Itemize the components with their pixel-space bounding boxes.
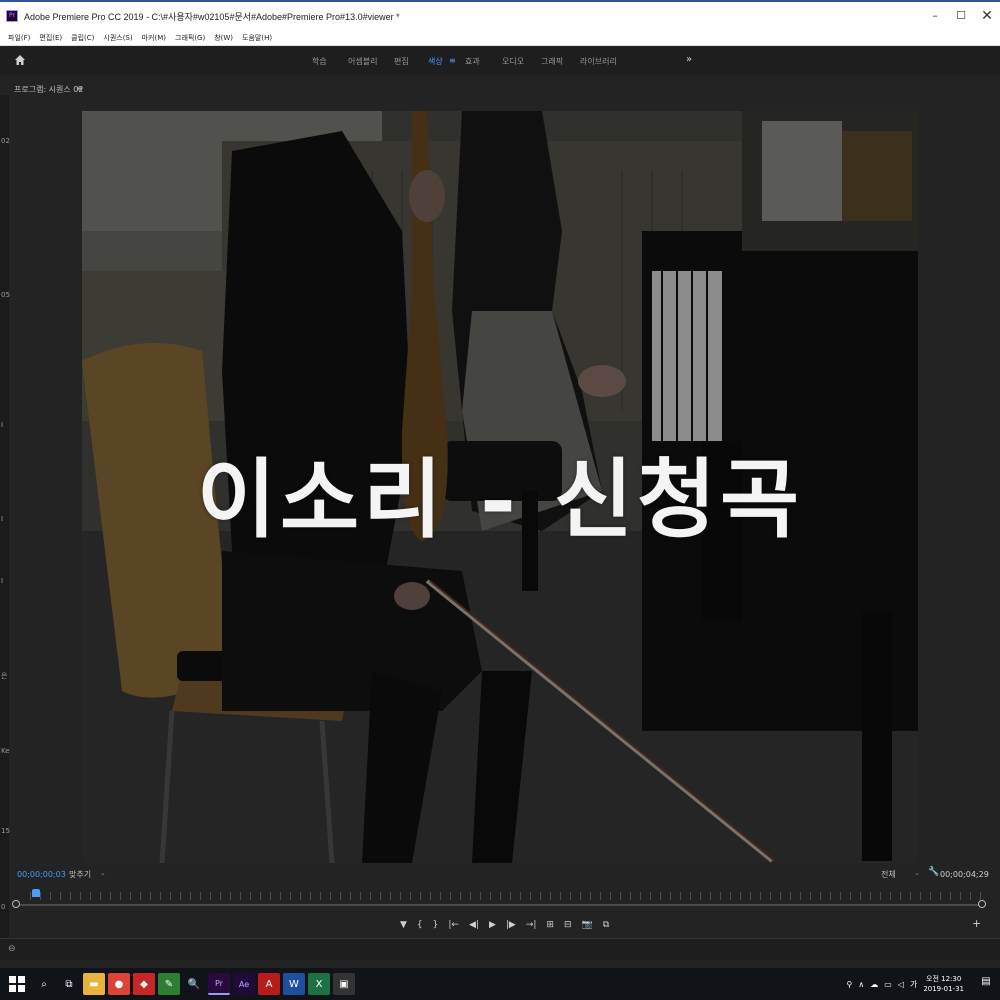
strip-label: 은 — [1, 672, 8, 680]
strip-label: 0 — [1, 903, 6, 911]
people-icon[interactable]: ⚲ — [847, 980, 853, 989]
button-editor-add-button[interactable]: + — [972, 917, 981, 930]
menu-bar: 파일(F) 편집(E) 클립(C) 시퀀스(S) 마커(M) 그래픽(G) 창(… — [0, 30, 1000, 46]
strip-label: 15 — [1, 827, 10, 835]
workspace-tab-color[interactable]: 색상 — [428, 56, 443, 67]
workspace-tab-graphics[interactable]: 그래픽 — [541, 56, 563, 67]
close-button[interactable]: ✕ — [974, 2, 1000, 30]
workspace-tab-learning[interactable]: 학습 — [312, 56, 327, 67]
menu-edit[interactable]: 편집(E) — [39, 33, 62, 43]
comparison-view-button[interactable]: ⧉ — [603, 918, 609, 932]
bottom-panel-strip — [0, 938, 1000, 960]
mark-in-button[interactable]: { — [417, 918, 423, 932]
clock-date: 2019-01-31 — [923, 985, 964, 993]
strip-label: Ke — [1, 747, 10, 755]
windows-taskbar: ⌕ ⧉ ▬ ● ◆ ✎ 🔍 Pr Ae A W X ▣ ⚲ ∧ ☁ ▭ ◁ 가 오전 12:30 201… — [0, 968, 1000, 1000]
menu-marker[interactable]: 마커(M) — [142, 33, 166, 43]
home-icon[interactable] — [14, 54, 26, 66]
workspace-menu-icon[interactable]: ≡ — [449, 56, 456, 65]
input-language-icon[interactable]: 가 — [910, 979, 917, 990]
windows-start-icon[interactable] — [8, 975, 26, 993]
search-icon[interactable]: ⌕ — [33, 973, 55, 995]
excel-icon[interactable]: X — [308, 973, 330, 995]
window-controls: – ☐ ✕ — [922, 2, 1000, 30]
extract-button[interactable]: ⊟ — [564, 918, 572, 932]
premiere-app-icon: Pr — [6, 10, 18, 22]
strip-label: I — [1, 421, 4, 429]
workspace-bar: 학습 어셈블리 편집 색상 ≡ 효과 오디오 그래픽 라이브러리 » — [0, 47, 1000, 75]
task-view-icon[interactable]: ⧉ — [58, 973, 80, 995]
taskbar-pinned-apps: ⌕ ⧉ ▬ ● ◆ ✎ 🔍 Pr Ae A W X ▣ — [30, 973, 355, 995]
zoom-level-select[interactable]: 맞추기 — [69, 869, 91, 880]
lift-button[interactable]: ⊞ — [546, 918, 554, 932]
program-monitor-tab[interactable]: 프로그램: 시퀀스 02 — [14, 84, 83, 95]
export-frame-button[interactable]: 📷 — [582, 918, 593, 932]
status-icon: ⊖ — [8, 944, 16, 954]
workspace-more-button[interactable]: » — [686, 54, 692, 65]
word-icon[interactable]: W — [283, 973, 305, 995]
maximize-button[interactable]: ☐ — [948, 2, 974, 30]
menu-clip[interactable]: 클립(C) — [71, 33, 94, 43]
panel-menu-icon[interactable]: ≡ — [76, 84, 83, 93]
zoom-handle-left[interactable] — [12, 900, 20, 908]
zoom-scroll-bar[interactable] — [16, 904, 986, 906]
add-marker-button[interactable]: ▼ — [400, 918, 407, 932]
photos-icon[interactable]: ▣ — [333, 973, 355, 995]
system-tray: ⚲ ∧ ☁ ▭ ◁ 가 오전 12:30 2019-01-31 ▤ — [847, 968, 1000, 1000]
workspace-tab-audio[interactable]: 오디오 — [502, 56, 524, 67]
show-hidden-icons-icon[interactable]: ∧ — [858, 980, 864, 989]
app-green-icon[interactable]: ✎ — [158, 973, 180, 995]
menu-graphics[interactable]: 그래픽(G) — [175, 33, 205, 43]
minimize-button[interactable]: – — [922, 2, 948, 30]
play-button[interactable]: ▶ — [489, 918, 496, 932]
strip-label: 05 — [1, 291, 10, 299]
chrome-icon[interactable]: ● — [108, 973, 130, 995]
step-back-button[interactable]: ◀| — [469, 918, 479, 932]
battery-icon[interactable]: ▭ — [884, 980, 892, 989]
menu-window[interactable]: 창(W) — [214, 33, 233, 43]
current-timecode[interactable]: 00;00;00;03 — [17, 870, 66, 879]
onedrive-icon[interactable]: ☁ — [870, 980, 878, 989]
file-explorer-icon[interactable]: ▬ — [83, 973, 105, 995]
time-ruler[interactable] — [30, 892, 986, 900]
workspace-tab-effects[interactable]: 효과 — [465, 56, 480, 67]
premiere-icon[interactable]: Pr — [208, 973, 230, 995]
strip-label: I — [1, 515, 4, 523]
volume-icon[interactable]: ◁ — [898, 980, 904, 989]
video-overlay-title: 이소리 - 신청곡 — [196, 449, 804, 550]
window-title: Adobe Premiere Pro CC 2019 - C:\#사용자#w02… — [24, 11, 400, 22]
step-forward-button[interactable]: |▶ — [506, 918, 516, 932]
strip-label: 02 — [1, 137, 10, 145]
after-effects-icon[interactable]: Ae — [233, 973, 255, 995]
app-red-icon[interactable]: ◆ — [133, 973, 155, 995]
taskbar-clock[interactable]: 오전 12:30 2019-01-31 — [923, 974, 964, 994]
workspace-tab-libraries[interactable]: 라이브러리 — [580, 56, 617, 67]
search-app-icon[interactable]: 🔍 — [183, 973, 205, 995]
transport-controls: ▼ { } |← ◀| ▶ |▶ →| ⊞ ⊟ 📷 ⧉ — [400, 917, 619, 933]
resolution-select[interactable]: 전체 — [881, 869, 896, 880]
workspace-tab-editing[interactable]: 편집 — [394, 56, 409, 67]
menu-sequence[interactable]: 시퀀스(S) — [103, 33, 132, 43]
timeline-scrubber[interactable] — [12, 886, 988, 910]
settings-wrench-icon[interactable]: 🔧 — [928, 867, 939, 877]
chevron-down-icon[interactable]: ⌄ — [100, 869, 106, 877]
action-center-icon[interactable]: ▤ — [978, 976, 994, 992]
premiere-window: Pr Adobe Premiere Pro CC 2019 - C:\#사용자#… — [0, 0, 1000, 1000]
menu-help[interactable]: 도움말(H) — [242, 33, 272, 43]
program-monitor-video[interactable]: 이소리 - 신청곡 — [82, 111, 918, 863]
zoom-handle-right[interactable] — [978, 900, 986, 908]
duration-timecode: 00;00;04;29 — [940, 870, 989, 879]
go-to-out-button[interactable]: →| — [526, 918, 537, 932]
strip-label: I — [1, 577, 4, 585]
title-bar: Pr Adobe Premiere Pro CC 2019 - C:\#사용자#… — [0, 0, 1000, 30]
acrobat-icon[interactable]: A — [258, 973, 280, 995]
workspace-tab-assembly[interactable]: 어셈블리 — [348, 56, 377, 67]
clock-time: 오전 12:30 — [926, 975, 962, 983]
playhead[interactable] — [32, 889, 40, 897]
chevron-down-icon[interactable]: ⌄ — [914, 869, 920, 877]
go-to-in-button[interactable]: |← — [448, 918, 459, 932]
adjacent-panel-edge: 02 05 I I I 은 Ke 15 0 — [0, 95, 10, 955]
menu-file[interactable]: 파일(F) — [8, 33, 30, 43]
mark-out-button[interactable]: } — [433, 918, 439, 932]
